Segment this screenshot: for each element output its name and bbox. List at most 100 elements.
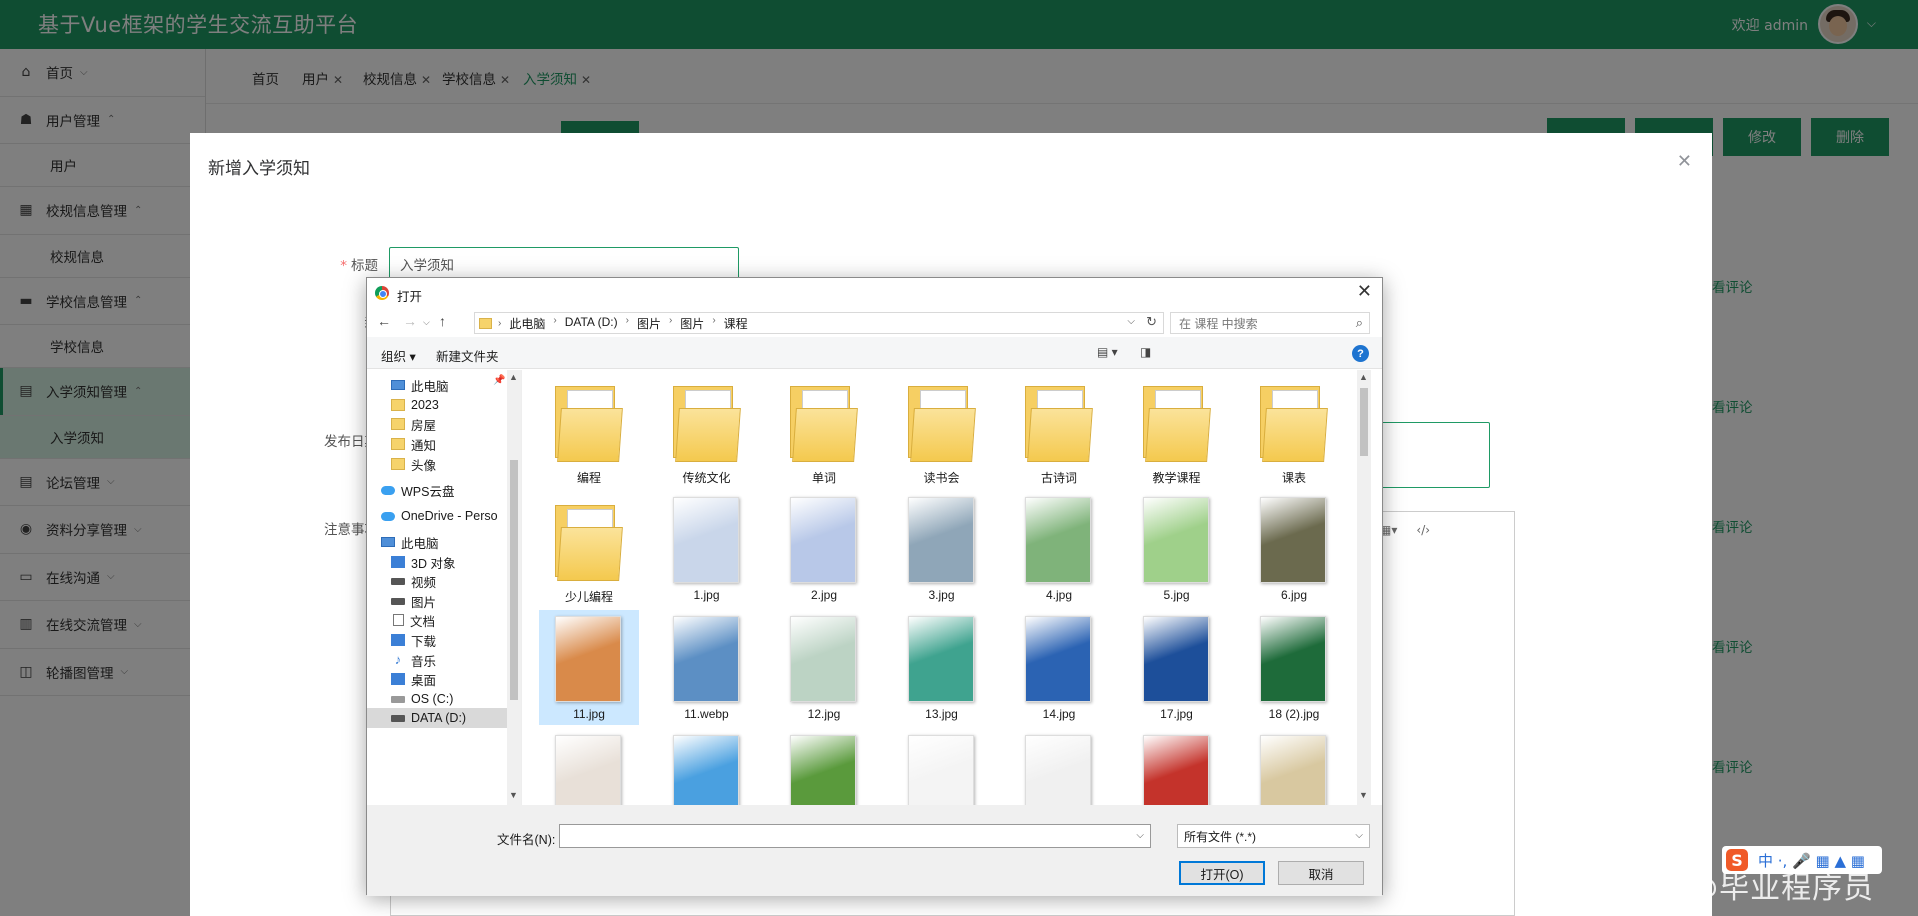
tree-item[interactable]: 视频: [367, 571, 507, 591]
tree-item-label: 音乐: [411, 654, 437, 669]
tree-item[interactable]: 此电脑: [367, 532, 507, 552]
tree-item[interactable]: 3D 对象: [367, 552, 507, 572]
file-item[interactable]: [1009, 729, 1109, 805]
chevron-down-icon[interactable]: ⌵: [423, 317, 430, 328]
scroll-thumb[interactable]: [1360, 388, 1368, 456]
help-icon[interactable]: ?: [1352, 345, 1369, 362]
folder-item[interactable]: 单词: [774, 372, 874, 487]
breadcrumb-segment[interactable]: 图片: [680, 315, 704, 332]
image-thumbnail: [1142, 497, 1209, 583]
tree-item[interactable]: 文档: [367, 610, 507, 630]
folder-icon: [790, 386, 858, 462]
file-item[interactable]: 3.jpg: [892, 491, 992, 606]
file-name: 11.webp: [684, 707, 729, 721]
file-item[interactable]: 12.jpg: [774, 610, 874, 725]
address-bar[interactable]: › 此电脑 › DATA (D:) › 图片 › 图片 › 课程 ⌵ ↻: [474, 312, 1164, 334]
file-item[interactable]: [1127, 729, 1227, 805]
open-button[interactable]: 打开(O): [1179, 861, 1265, 885]
file-item[interactable]: 5.jpg: [1127, 491, 1227, 606]
file-item[interactable]: [539, 729, 639, 805]
tree-item[interactable]: ♪ 音乐: [367, 650, 507, 670]
tree-item[interactable]: 通知: [367, 434, 507, 454]
folder-icon: [1260, 386, 1328, 462]
folder-item[interactable]: 教学课程: [1127, 372, 1227, 487]
tree-item[interactable]: 图片: [367, 591, 507, 611]
file-item[interactable]: 11.jpg: [539, 610, 639, 725]
folder-item[interactable]: 少儿编程: [539, 491, 639, 606]
doc-icon: [393, 614, 404, 626]
file-item[interactable]: 13.jpg: [892, 610, 992, 725]
file-item[interactable]: 6.jpg: [1244, 491, 1344, 606]
folder-item[interactable]: 课表: [1244, 372, 1344, 487]
cancel-button[interactable]: 取消: [1278, 861, 1364, 885]
close-icon[interactable]: ✕: [1677, 151, 1692, 172]
scroll-up-icon[interactable]: ▲: [1359, 372, 1368, 382]
folder-item[interactable]: 读书会: [892, 372, 992, 487]
folder-icon: [391, 418, 405, 430]
file-item[interactable]: [892, 729, 992, 805]
tree-item[interactable]: 房屋: [367, 414, 507, 434]
file-grid: 编程 传统文化 单词 读书会 古诗词 教学课程 课表少儿编程 1.jpg 2.jpg 3.jpg 4…: [529, 370, 1349, 805]
file-name: 单词: [811, 471, 836, 485]
breadcrumb-segment[interactable]: 图片: [637, 315, 661, 332]
chevron-right-icon[interactable]: ›: [669, 315, 672, 332]
tree-item-label: 3D 对象: [411, 556, 456, 571]
tree-item[interactable]: OS (C:): [367, 689, 507, 709]
title-label: * 标题: [340, 258, 378, 274]
chevron-right-icon[interactable]: ›: [626, 315, 629, 332]
tree-item[interactable]: WPS云盘: [367, 480, 507, 500]
chevron-right-icon[interactable]: ›: [553, 315, 556, 332]
file-item[interactable]: [657, 729, 757, 805]
view-options-icon[interactable]: ▤ ▾: [1097, 345, 1118, 359]
breadcrumb-segment[interactable]: 此电脑: [509, 315, 545, 332]
image-thumbnail: [555, 616, 621, 702]
folder-item[interactable]: 古诗词: [1009, 372, 1109, 487]
pc-icon: [391, 380, 405, 390]
forward-icon[interactable]: →: [403, 313, 417, 329]
scroll-up-icon[interactable]: ▲: [509, 372, 518, 382]
tree-item-label: 此电脑: [411, 379, 449, 394]
search-input[interactable]: 在 课程 中搜索 ⌕: [1170, 312, 1370, 334]
file-item[interactable]: [1244, 729, 1344, 805]
chevron-down-icon[interactable]: ⌵: [1127, 316, 1135, 327]
tree-item[interactable]: 桌面: [367, 669, 507, 689]
tree-scrollbar[interactable]: ▲ ▼: [507, 370, 521, 805]
editor-toolbar[interactable]: ▦▾ ‹/›: [1380, 523, 1430, 537]
organize-button[interactable]: 组织 ▾: [381, 346, 416, 365]
chevron-right-icon: ›: [498, 317, 502, 329]
folder-item[interactable]: 编程: [539, 372, 639, 487]
file-type-select[interactable]: 所有文件 (*.*) ⌵: [1177, 824, 1370, 848]
tree-item[interactable]: 2023: [367, 395, 507, 415]
preview-pane-icon[interactable]: ◨: [1140, 345, 1151, 359]
file-item[interactable]: 14.jpg: [1009, 610, 1109, 725]
tree-item-label: OneDrive - Perso: [401, 509, 498, 523]
file-item[interactable]: 18 (2).jpg: [1244, 610, 1344, 725]
breadcrumb-segment[interactable]: DATA (D:): [565, 315, 618, 332]
tree-item[interactable]: 下载: [367, 630, 507, 650]
tree-item[interactable]: 此电脑: [367, 375, 507, 395]
scroll-down-icon[interactable]: ▼: [509, 790, 518, 800]
refresh-icon[interactable]: ↻: [1146, 314, 1157, 330]
file-item[interactable]: [774, 729, 874, 805]
chevron-right-icon[interactable]: ›: [712, 315, 715, 332]
tree-item[interactable]: 头像: [367, 454, 507, 474]
chevron-down-icon[interactable]: ⌵: [1136, 830, 1144, 841]
grid-scrollbar[interactable]: ▲ ▼: [1357, 370, 1371, 805]
tree-item[interactable]: OneDrive - Perso: [367, 506, 507, 526]
file-item[interactable]: 1.jpg: [657, 491, 757, 606]
new-folder-button[interactable]: 新建文件夹: [436, 346, 499, 365]
filename-input[interactable]: ⌵: [559, 824, 1151, 848]
scroll-thumb[interactable]: [510, 460, 518, 700]
file-item[interactable]: 4.jpg: [1009, 491, 1109, 606]
scroll-down-icon[interactable]: ▼: [1359, 790, 1368, 800]
title-input[interactable]: 入学须知: [389, 247, 739, 281]
file-item[interactable]: 17.jpg: [1127, 610, 1227, 725]
breadcrumb-segment[interactable]: 课程: [724, 315, 748, 332]
tree-item[interactable]: DATA (D:): [367, 708, 507, 728]
folder-item[interactable]: 传统文化: [657, 372, 757, 487]
file-item[interactable]: 2.jpg: [774, 491, 874, 606]
file-item[interactable]: 11.webp: [657, 610, 757, 725]
up-icon[interactable]: ↑: [439, 313, 446, 329]
close-icon[interactable]: ✕: [1357, 281, 1372, 302]
back-icon[interactable]: ←: [377, 313, 391, 329]
